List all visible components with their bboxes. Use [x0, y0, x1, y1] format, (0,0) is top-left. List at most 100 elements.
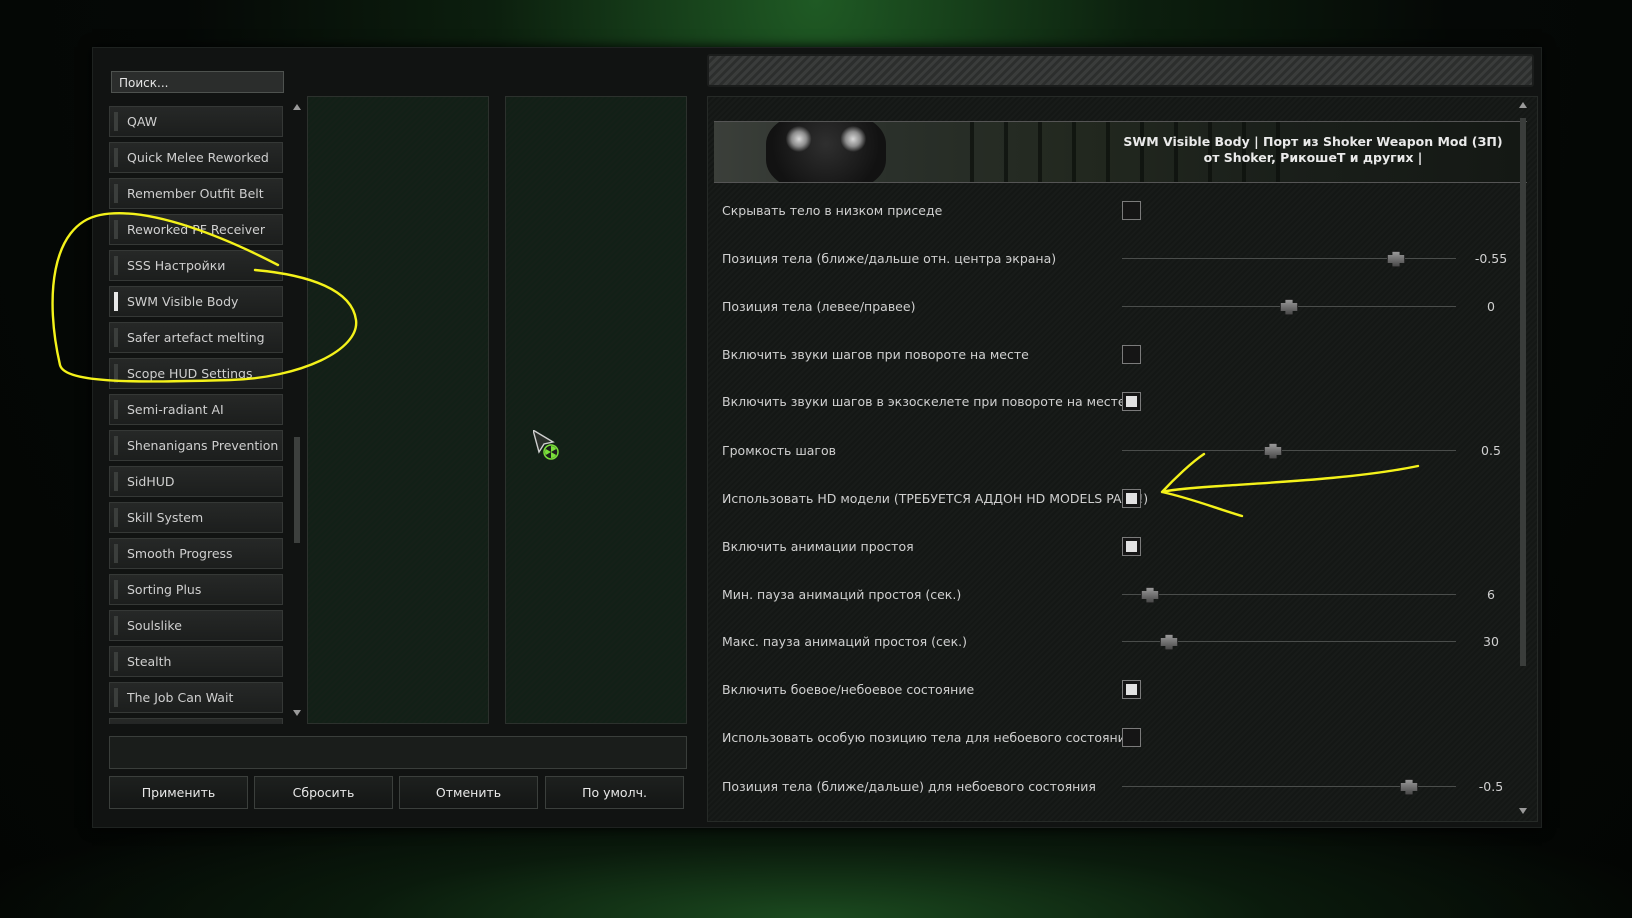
- slider-thumb[interactable]: [1280, 299, 1298, 315]
- mod-list-item-label: Smooth Progress: [127, 546, 233, 561]
- selection-marker: [114, 328, 118, 347]
- mod-list-item[interactable]: SidHUD: [109, 466, 283, 497]
- scroll-up-arrow-icon[interactable]: [293, 104, 301, 110]
- option-row: Скрывать тело в низком приседе: [722, 201, 1512, 221]
- option-checkbox[interactable]: [1122, 680, 1141, 699]
- mod-list-item[interactable]: Smooth Progress: [109, 538, 283, 569]
- apply-button[interactable]: Применить: [109, 776, 248, 809]
- slider-track[interactable]: [1122, 594, 1456, 595]
- search-input[interactable]: Поиск...: [111, 71, 284, 93]
- option-slider[interactable]: [1122, 441, 1456, 461]
- mod-list-item[interactable]: Skill System: [109, 502, 283, 533]
- option-label: Позиция тела (ближе/дальше отн. центра э…: [722, 251, 1057, 266]
- mod-list-item[interactable]: SSS Настройки: [109, 250, 283, 281]
- selection-marker: [114, 472, 118, 491]
- mod-list-item[interactable]: QAW: [109, 106, 283, 137]
- slider-thumb[interactable]: [1141, 587, 1159, 603]
- slider-track[interactable]: [1122, 258, 1456, 259]
- option-checkbox[interactable]: [1122, 392, 1141, 411]
- mod-list-scrollbar[interactable]: [293, 104, 301, 716]
- selection-marker: [114, 292, 118, 311]
- selection-marker: [114, 184, 118, 203]
- cancel-button[interactable]: Отменить: [399, 776, 538, 809]
- mod-list-item[interactable]: Scope HUD Settings: [109, 358, 283, 389]
- slider-track[interactable]: [1122, 450, 1456, 451]
- category-panel-1: [307, 96, 489, 724]
- option-slider[interactable]: [1122, 632, 1456, 652]
- selection-marker: [114, 220, 118, 239]
- mod-list-item[interactable]: Shenanigans Prevention: [109, 430, 283, 461]
- slider-thumb[interactable]: [1160, 634, 1178, 650]
- scroll-down-arrow-icon[interactable]: [293, 710, 301, 716]
- selection-marker: [114, 616, 118, 635]
- option-checkbox[interactable]: [1122, 489, 1141, 508]
- slider-value: 30: [1483, 634, 1499, 649]
- slider-value: -0.55: [1474, 251, 1508, 266]
- mod-list-item-label: Scope HUD Settings: [127, 366, 253, 381]
- slider-value: 0.5: [1481, 443, 1501, 458]
- mod-list-item[interactable]: Soulslike: [109, 610, 283, 641]
- mouse-cursor-icon: [533, 430, 559, 460]
- mod-list-item[interactable]: Reworked PF Receiver: [109, 214, 283, 245]
- reset-button[interactable]: Сбросить: [254, 776, 393, 809]
- mod-list-item-label: QAW: [127, 114, 158, 129]
- status-bar: [109, 736, 687, 769]
- option-row: Включить боевое/небоевое состояние: [722, 680, 1512, 700]
- mod-title: SWM Visible Body | Порт из Shoker Weapon…: [1123, 134, 1503, 165]
- option-row: Макс. пауза анимаций простоя (сек.) 30: [722, 632, 1512, 652]
- selection-marker: [114, 652, 118, 671]
- option-slider[interactable]: [1122, 297, 1456, 317]
- slider-value: 0: [1487, 299, 1495, 314]
- slider-thumb[interactable]: [1400, 779, 1418, 795]
- mod-list: QAW Quick Melee Reworked Remember Outfit B…: [109, 100, 285, 724]
- mod-list-item[interactable]: The Job Can Wait: [109, 682, 283, 713]
- option-label: Позиция тела (левее/правее): [722, 299, 916, 314]
- option-slider[interactable]: [1122, 249, 1456, 269]
- option-row: Включить анимации простоя: [722, 537, 1512, 557]
- options-scrollbar[interactable]: [1518, 102, 1528, 814]
- mod-list-item[interactable]: Semi-radiant AI: [109, 394, 283, 425]
- selection-marker: [114, 544, 118, 563]
- option-checkbox[interactable]: [1122, 201, 1141, 220]
- option-row: Использовать HD модели (ТРЕБУЕТСЯ АДДОН …: [722, 489, 1512, 509]
- selection-marker: [114, 112, 118, 131]
- mod-list-item[interactable]: [109, 718, 283, 724]
- option-row: Громкость шагов 0.5: [722, 441, 1512, 461]
- mod-list-item-label: Sorting Plus: [127, 582, 202, 597]
- mod-list-item-label: Soulslike: [127, 618, 182, 633]
- mod-list-item[interactable]: Stealth: [109, 646, 283, 677]
- mod-list-item-label: SSS Настройки: [127, 258, 226, 273]
- mod-list-item[interactable]: Sorting Plus: [109, 574, 283, 605]
- option-checkbox[interactable]: [1122, 537, 1141, 556]
- category-panel-2: [505, 96, 687, 724]
- option-label: Включить звуки шагов в экзоскелете при п…: [722, 394, 1126, 409]
- option-checkbox[interactable]: [1122, 728, 1141, 747]
- gas-mask-image: [766, 122, 886, 182]
- mod-list-item-label: Semi-radiant AI: [127, 402, 224, 417]
- selection-marker: [114, 364, 118, 383]
- selection-marker: [114, 148, 118, 167]
- mod-list-item[interactable]: Safer artefact melting: [109, 322, 283, 353]
- mod-list-item[interactable]: Remember Outfit Belt: [109, 178, 283, 209]
- scroll-up-arrow-icon[interactable]: [1519, 102, 1527, 108]
- selection-marker: [114, 400, 118, 419]
- scroll-thumb[interactable]: [1520, 118, 1526, 666]
- option-slider[interactable]: [1122, 585, 1456, 605]
- mod-list-item[interactable]: SWM Visible Body: [109, 286, 283, 317]
- option-label: Макс. пауза анимаций простоя (сек.): [722, 634, 967, 649]
- slider-thumb[interactable]: [1387, 251, 1405, 267]
- option-label: Включить звуки шагов при повороте на мес…: [722, 347, 1029, 362]
- option-label: Использовать HD модели (ТРЕБУЕТСЯ АДДОН …: [722, 491, 1149, 506]
- option-row: Использовать особую позицию тела для неб…: [722, 728, 1512, 748]
- scroll-thumb[interactable]: [294, 437, 300, 543]
- options-header-bar: [707, 54, 1534, 87]
- scroll-down-arrow-icon[interactable]: [1519, 808, 1527, 814]
- option-slider[interactable]: [1122, 777, 1456, 797]
- default-button[interactable]: По умолч.: [545, 776, 684, 809]
- option-row: Позиция тела (ближе/дальше) для небоевог…: [722, 777, 1512, 797]
- option-checkbox[interactable]: [1122, 345, 1141, 364]
- mod-list-item-label: Quick Melee Reworked: [127, 150, 269, 165]
- mod-list-item[interactable]: Quick Melee Reworked: [109, 142, 283, 173]
- selection-marker: [114, 580, 118, 599]
- slider-thumb[interactable]: [1264, 443, 1282, 459]
